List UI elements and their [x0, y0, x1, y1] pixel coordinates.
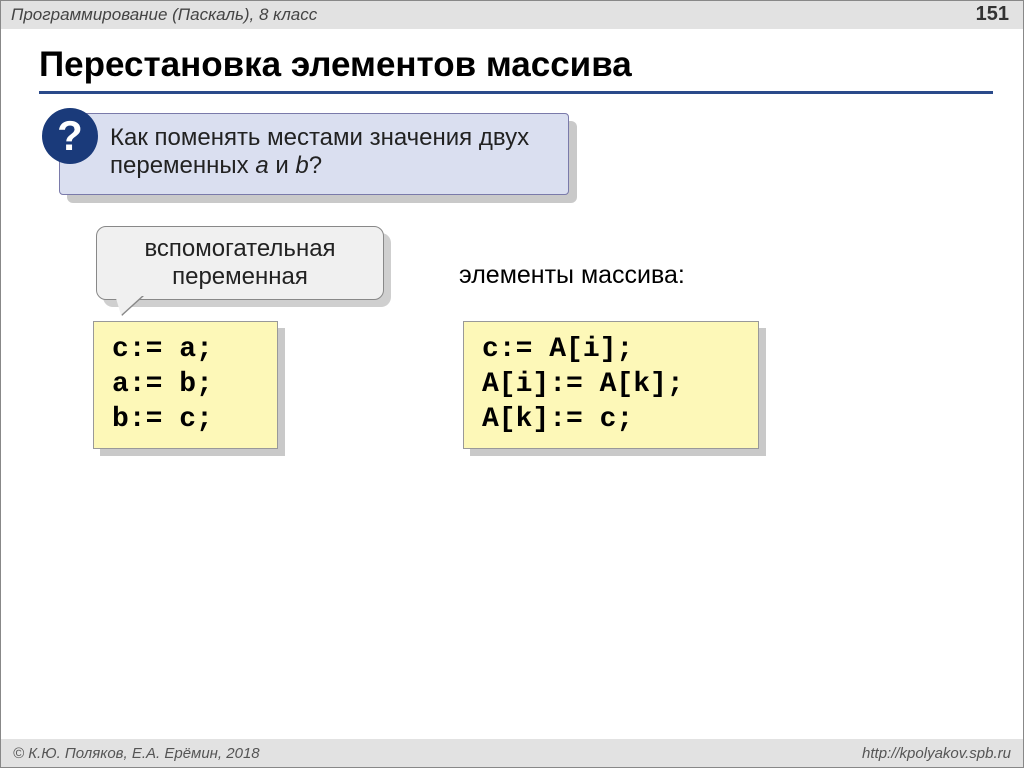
question-text-q: ? [309, 152, 322, 179]
helper-tail-icon [115, 295, 143, 315]
question-var-a: a [255, 152, 268, 179]
array-elements-label: элементы массива: [459, 261, 685, 290]
helper-box: вспомогательная переменная [96, 226, 384, 300]
question-callout: ? Как поменять местами значения двух пер… [59, 113, 569, 195]
question-text: Как поменять местами значения двух перем… [110, 124, 554, 180]
footer-url: http://kpolyakov.spb.ru [862, 745, 1011, 762]
code-block-right: c:= A[i]; A[i]:= A[k]; A[k]:= c; [463, 321, 759, 449]
slide-heading: Перестановка элементов массива [39, 45, 993, 94]
slide: Программирование (Паскаль), 8 класс 151 … [0, 0, 1024, 768]
footer-bar: © К.Ю. Поляков, Е.А. Ерёмин, 2018 http:/… [1, 739, 1023, 767]
question-box: ? Как поменять местами значения двух пер… [59, 113, 569, 195]
question-text-and: и [269, 152, 296, 179]
helper-label: вспомогательная переменная [144, 235, 335, 291]
code-block-left: c:= a; a:= b; b:= c; [93, 321, 278, 449]
slide-heading-text: Перестановка элементов массива [39, 45, 993, 85]
header-bar: Программирование (Паскаль), 8 класс 151 [1, 1, 1023, 29]
helper-callout: вспомогательная переменная [96, 226, 384, 300]
footer-copyright: © К.Ю. Поляков, Е.А. Ерёмин, 2018 [13, 745, 260, 762]
question-var-b: b [295, 152, 308, 179]
question-icon: ? [42, 108, 98, 164]
code-right-content: c:= A[i]; A[i]:= A[k]; A[k]:= c; [463, 321, 759, 449]
page-number: 151 [976, 3, 1009, 26]
header-title: Программирование (Паскаль), 8 класс [11, 5, 317, 24]
code-left-content: c:= a; a:= b; b:= c; [93, 321, 278, 449]
